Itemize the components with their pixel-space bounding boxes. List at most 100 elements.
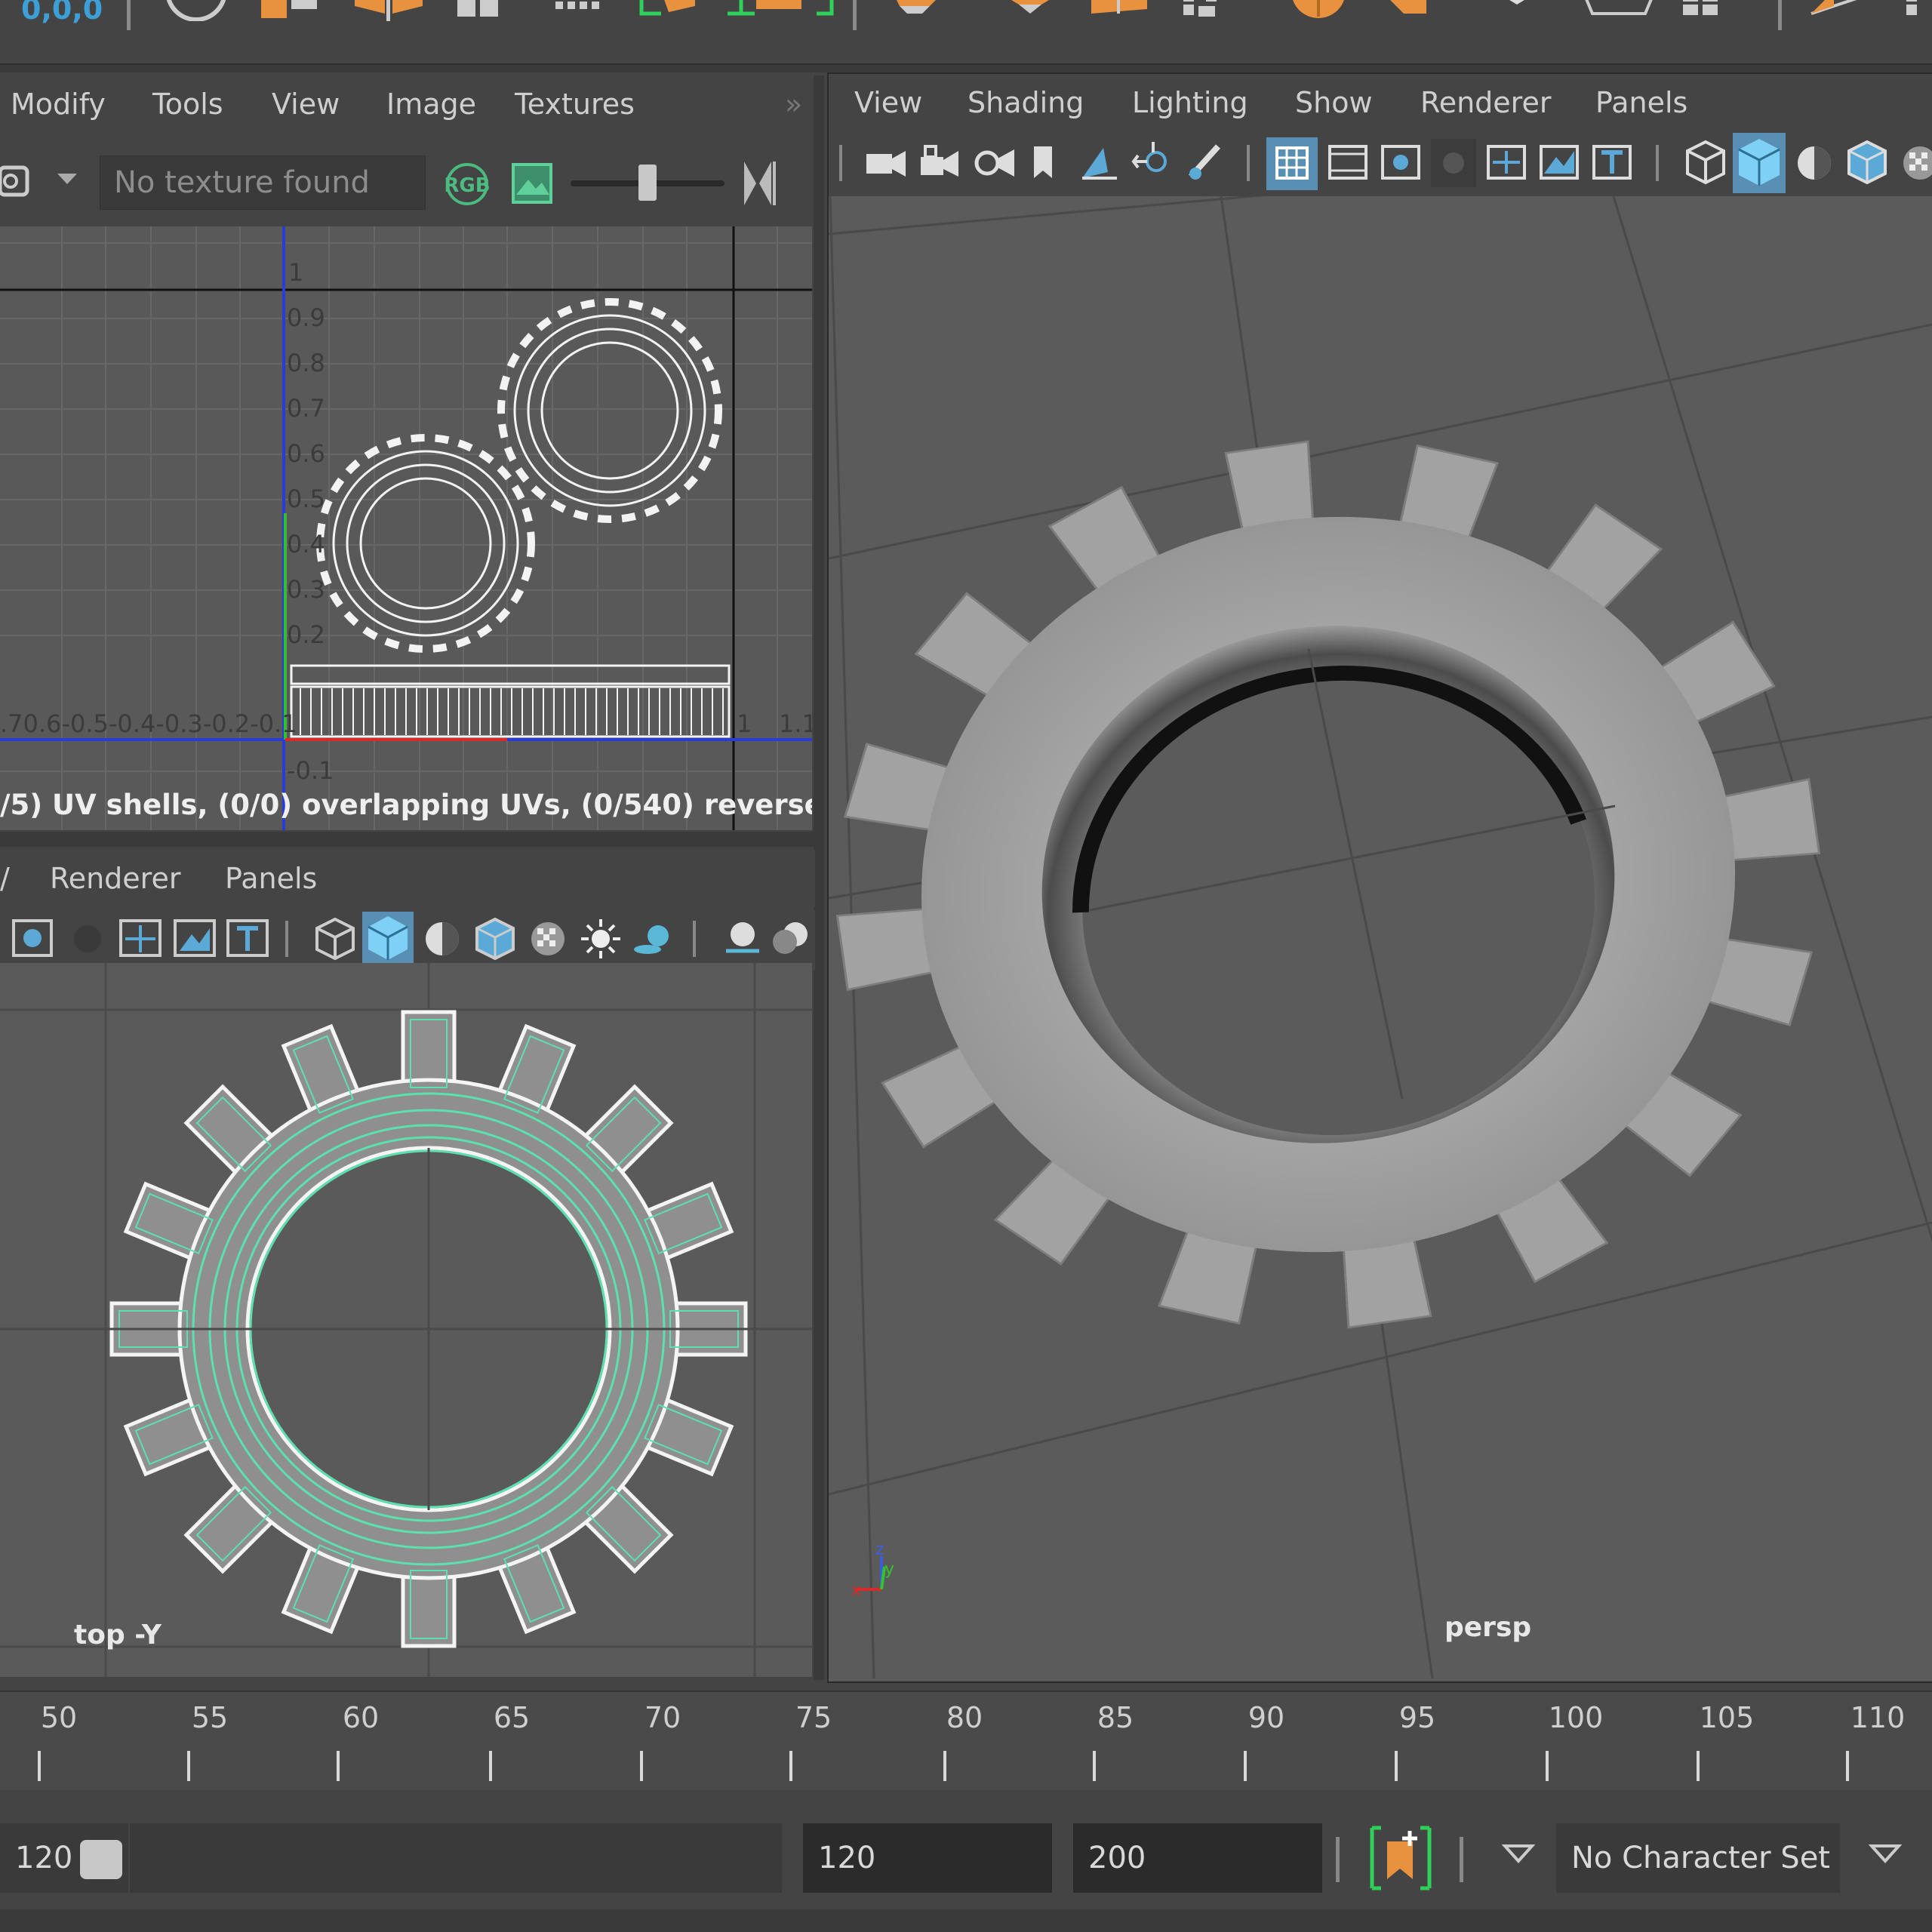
offset-loop-icon[interactable]: [1577, 0, 1660, 21]
animation-end-field[interactable]: 200: [1073, 1823, 1322, 1893]
uv-grid[interactable]: 1 0.9 0.8 0.7 0.6 0.5 0.4 0.3 0.2 -0.1 .…: [0, 226, 812, 830]
fill-hole-icon[interactable]: [1176, 0, 1236, 21]
chevron-down-icon[interactable]: [1502, 1840, 1535, 1870]
smooth-shade-icon[interactable]: [362, 912, 414, 964]
menu-shading[interactable]: Shading: [968, 74, 1084, 131]
safe-title-icon[interactable]: [1589, 140, 1635, 186]
uv-editor-viewport[interactable]: 1 0.9 0.8 0.7 0.6 0.5 0.4 0.3 0.2 -0.1 .…: [0, 226, 812, 830]
camera-attributes-icon[interactable]: [972, 142, 1017, 184]
safe-action-icon[interactable]: [172, 918, 217, 960]
texture-field[interactable]: No texture found: [100, 155, 426, 210]
extrude-icon[interactable]: [884, 0, 960, 21]
top-panel-menubar: / Renderer Panels: [0, 850, 815, 907]
mirror-icon[interactable]: [347, 0, 430, 21]
safe-action-icon[interactable]: [1537, 140, 1582, 186]
wireframe-icon[interactable]: [1683, 139, 1728, 187]
grid-icon[interactable]: [551, 0, 604, 21]
persp-scene[interactable]: [829, 196, 1932, 1678]
extract-icon[interactable]: [638, 0, 714, 21]
field-chart-icon[interactable]: [1484, 140, 1529, 186]
lock-camera-icon[interactable]: [918, 142, 963, 184]
menu-renderer[interactable]: Renderer: [1420, 74, 1551, 131]
gate-mask-icon[interactable]: [66, 918, 109, 960]
film-gate-icon[interactable]: [1325, 140, 1371, 186]
wireframe-icon[interactable]: [312, 916, 358, 961]
select-camera-icon[interactable]: [863, 142, 909, 184]
target-weld-icon[interactable]: [1277, 0, 1360, 21]
resolution-gate-icon[interactable]: [11, 918, 56, 960]
menu-tools[interactable]: Tools: [152, 75, 223, 133]
range-handle[interactable]: [80, 1840, 122, 1879]
frame-label: 95: [1398, 1701, 1436, 1734]
menu-panels[interactable]: Panels: [1595, 74, 1687, 131]
image-plane-icon[interactable]: [1078, 142, 1123, 184]
motion-blur-icon[interactable]: [770, 916, 812, 961]
snap-icon[interactable]: [158, 0, 234, 21]
step-frame-icon[interactable]: [740, 157, 785, 210]
top-viewport[interactable]: top -Y: [0, 963, 812, 1677]
range-track[interactable]: [130, 1823, 782, 1893]
separator: [1460, 1837, 1463, 1882]
range-slider: 120 120 200 No Character Set: [0, 1796, 1932, 1932]
lights-icon[interactable]: [578, 916, 623, 961]
ambient-occlusion-icon[interactable]: [720, 916, 765, 961]
insert-loop-icon[interactable]: [1675, 0, 1743, 21]
panel-splitter[interactable]: [0, 832, 815, 847]
frame-label: 55: [191, 1701, 229, 1734]
grid-toggle-icon[interactable]: [1266, 137, 1318, 190]
menu-view[interactable]: View: [854, 74, 922, 131]
menu-modify[interactable]: Modify: [11, 75, 106, 133]
frame-tick: [640, 1751, 643, 1781]
wireframe-on-shaded-icon[interactable]: [472, 916, 518, 961]
bridge-icon[interactable]: [989, 0, 1072, 21]
default-material-icon[interactable]: [1792, 139, 1837, 187]
menu-image[interactable]: Image: [386, 75, 476, 133]
rgb-channel-icon[interactable]: RGB: [441, 162, 494, 207]
textured-icon[interactable]: [1897, 139, 1932, 187]
menu-show[interactable]: Show: [1295, 74, 1373, 131]
safe-title-icon[interactable]: [225, 918, 270, 960]
frame-tick: [943, 1751, 946, 1781]
svg-text:x: x: [851, 1581, 861, 1600]
menu-lighting[interactable]: Lighting: [1132, 74, 1248, 131]
combine-icon[interactable]: [453, 0, 506, 21]
frame-tick: [1697, 1751, 1700, 1781]
panel-splitter[interactable]: [814, 75, 824, 1680]
image-display-icon[interactable]: [510, 162, 555, 207]
bevel-icon[interactable]: [1087, 0, 1155, 21]
edge-loop-icon[interactable]: [1487, 0, 1547, 21]
menu-renderer[interactable]: Renderer: [50, 850, 180, 907]
smooth-shade-icon[interactable]: [1733, 133, 1786, 193]
grease-pencil-icon[interactable]: [1183, 139, 1229, 184]
multi-cut-icon[interactable]: [1374, 0, 1441, 21]
menu-fragment[interactable]: /: [0, 850, 10, 907]
slide-edge-icon[interactable]: [1804, 0, 1887, 21]
shadows-icon[interactable]: [631, 916, 676, 961]
playback-end-field[interactable]: 120: [803, 1823, 1052, 1893]
menu-overflow-icon[interactable]: »: [785, 75, 802, 133]
menu-panels[interactable]: Panels: [225, 850, 317, 907]
cube-icon[interactable]: [257, 0, 325, 21]
textured-icon[interactable]: [525, 916, 571, 961]
auto-key-icon[interactable]: [1367, 1823, 1434, 1893]
character-set-field[interactable]: No Character Set: [1556, 1823, 1840, 1893]
separate-icon[interactable]: [726, 0, 839, 21]
2d-pan-zoom-icon[interactable]: [1131, 139, 1176, 184]
gate-mask-icon[interactable]: [1431, 139, 1476, 187]
frame-tick: [1244, 1751, 1247, 1781]
top-view-scene[interactable]: [0, 963, 812, 1677]
time-slider[interactable]: 50 55 60 65 70 75 80 85 90 95 100 105 11…: [0, 1690, 1932, 1790]
bookmark-icon[interactable]: [1028, 142, 1058, 184]
exposure-slider-handle[interactable]: [638, 165, 657, 201]
menu-view[interactable]: View: [272, 75, 340, 133]
persp-viewport[interactable]: z y x persp: [829, 196, 1932, 1678]
chevron-down-icon[interactable]: [56, 171, 78, 189]
default-material-icon[interactable]: [420, 916, 465, 961]
chevron-down-icon[interactable]: [1869, 1840, 1902, 1870]
menu-textures[interactable]: Textures: [515, 75, 635, 133]
camera-icon[interactable]: [0, 163, 33, 201]
wireframe-on-shaded-icon[interactable]: [1844, 139, 1890, 187]
field-chart-icon[interactable]: [118, 918, 163, 960]
more-icon[interactable]: [1902, 0, 1932, 21]
resolution-gate-icon[interactable]: [1378, 140, 1423, 186]
